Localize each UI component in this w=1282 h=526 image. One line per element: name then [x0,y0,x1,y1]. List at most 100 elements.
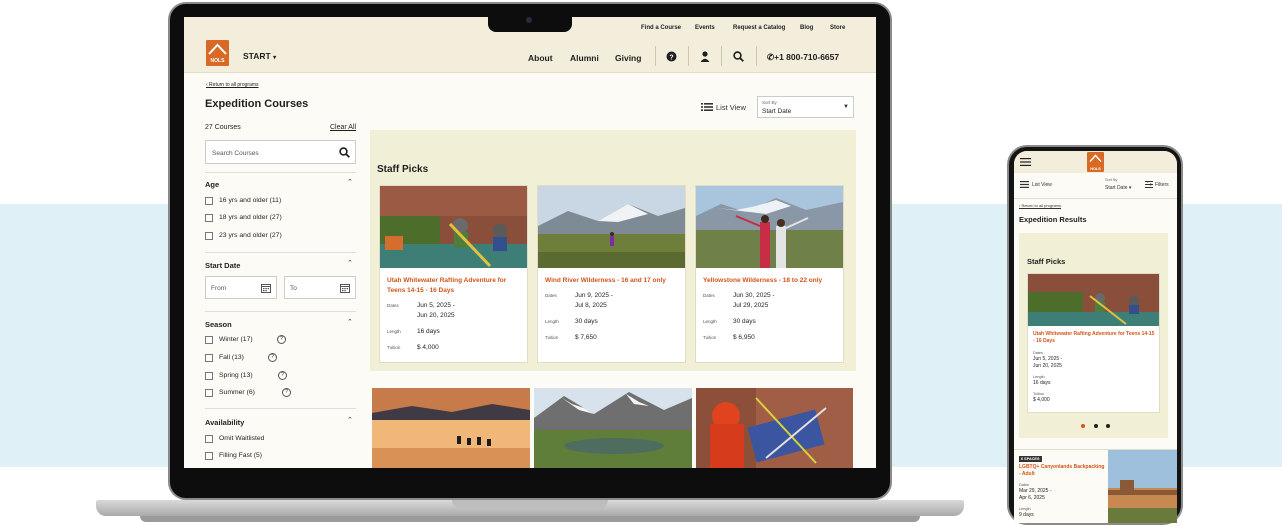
length-value: 30 days [733,318,756,325]
checkbox[interactable] [205,389,213,397]
carousel-dot-active[interactable] [1081,424,1085,428]
course-title[interactable]: LGBTQ+ Canyonlands Backpacking - Adult [1019,464,1107,478]
course-title[interactable]: Wind River Wilderness - 16 and 17 only [545,276,681,286]
course-title[interactable]: Yellowstone Wilderness - 18 to 22 only [703,276,839,286]
date-from-input[interactable]: From [205,276,277,299]
checkbox[interactable] [205,372,213,380]
mobile-list-view[interactable]: List View [1032,182,1052,188]
mobile-staff-picks-title: Staff Picks [1027,257,1066,266]
help-icon[interactable]: ? [282,388,291,397]
snow-sunset-photo[interactable] [372,388,530,468]
search-icon[interactable] [339,147,350,158]
help-icon[interactable]: ? [268,353,277,362]
laptop-base [96,500,964,516]
utility-store[interactable]: Store [830,25,845,31]
length-value: 9 days [1019,512,1034,518]
calendar-icon[interactable] [261,283,271,293]
filter-divider [205,408,356,409]
checkbox[interactable] [205,214,213,222]
spaces-badge: 6 SPACES [1019,456,1042,462]
option-label: Winter (17) [219,336,253,343]
filter-start-date-title[interactable]: Start Date [205,261,240,270]
tuition-value: $ 4,000 [417,344,439,351]
course-title[interactable]: Utah Whitewater Rafting Adventure for Te… [387,276,523,295]
course-card[interactable]: Yellowstone Wilderness - 18 to 22 only D… [695,185,844,363]
filters-icon[interactable] [1145,181,1153,188]
laptop-notch [488,14,572,32]
chevron-up-icon[interactable]: ⌃ [347,259,353,267]
mobile-back-link[interactable]: ‹ Return to all programs [1019,203,1061,208]
filter-age-title[interactable]: Age [205,180,219,189]
page-title: Expedition Courses [205,98,309,110]
tuition-label: Tuition [1033,392,1045,396]
checkbox[interactable] [205,197,213,205]
date-to-placeholder: To [290,285,297,292]
alpine-lake-photo[interactable] [534,388,692,468]
nols-logo[interactable]: NOLS [1087,152,1104,172]
chevron-up-icon[interactable]: ⌃ [347,178,353,186]
checkbox[interactable] [205,435,213,443]
search-input[interactable]: Search Courses [205,140,356,164]
help-icon[interactable]: ? [277,335,286,344]
start-menu[interactable]: START ▾ [243,51,276,61]
carousel-dot[interactable] [1106,424,1110,428]
date-start: Mar 29, 2025 - [1019,488,1052,494]
search-icon[interactable] [733,51,744,62]
option-label: 23 yrs and older (27) [219,232,282,239]
nav-divider [655,46,656,66]
hamburger-menu-icon[interactable] [1020,158,1031,166]
nav-alumni[interactable]: Alumni [570,53,599,63]
utility-find-course[interactable]: Find a Course [641,25,681,31]
date-to-input[interactable]: To [284,276,356,299]
carousel-dot[interactable] [1094,424,1098,428]
mobile-sort-select[interactable]: Start Date ▾ [1105,185,1131,191]
chevron-up-icon[interactable]: ⌃ [347,416,353,424]
length-label: Length [1019,507,1031,511]
mountain-icon [208,43,227,55]
course-card[interactable]: Wind River Wilderness - 16 and 17 only D… [537,185,686,363]
date-from-placeholder: From [211,285,227,292]
date-end: Apr 6, 2025 [1019,495,1045,501]
help-icon[interactable]: ? [278,371,287,380]
utility-events[interactable]: Events [695,25,715,31]
checkbox[interactable] [205,336,213,344]
account-icon[interactable] [700,51,710,62]
filter-divider [205,311,356,312]
list-view-icon[interactable] [1020,181,1029,188]
list-view-icon[interactable] [701,102,713,112]
mobile-filters-button[interactable]: Filters [1155,182,1169,188]
nols-logo[interactable]: NOLS [206,40,229,66]
sort-select[interactable]: Sort By Start Date ▼ [757,96,854,118]
clear-all-link[interactable]: Clear All [330,124,356,131]
list-view-toggle[interactable]: List View [716,103,746,112]
checkbox[interactable] [205,232,213,240]
tuition-value: $ 6,950 [733,334,755,341]
calendar-icon[interactable] [340,283,350,293]
date-start: Jun 9, 2025 - [575,292,613,299]
mobile-course-list-item[interactable]: 6 SPACES LGBTQ+ Canyonlands Backpacking … [1014,449,1177,523]
help-icon[interactable]: ? [666,51,677,62]
utility-blog[interactable]: Blog [800,25,813,31]
mobile-toolbar: List View Sort By Start Date ▾ Filters [1014,173,1177,199]
back-link[interactable]: ‹ Return to all programs [206,82,259,88]
nav-about[interactable]: About [528,53,553,63]
dates-label: Dates [1019,483,1029,487]
course-title[interactable]: Utah Whitewater Rafting Adventure for Te… [1033,331,1157,345]
canyonlands-photo [1108,450,1177,523]
length-label: Length [703,319,717,324]
course-card[interactable]: Utah Whitewater Rafting Adventure for Te… [379,185,528,363]
date-end: Jul 29, 2025 [733,302,769,309]
climbing-photo[interactable] [696,388,853,468]
filter-season-title[interactable]: Season [205,320,232,329]
phone-link[interactable]: ✆+1 800-710-6657 [767,52,839,63]
rafting-photo [1028,274,1159,326]
mobile-sort-value: Start Date [1105,185,1128,191]
filter-availability-title[interactable]: Availability [205,418,244,427]
nav-giving[interactable]: Giving [615,53,641,63]
checkbox[interactable] [205,354,213,362]
chevron-up-icon[interactable]: ⌃ [347,318,353,326]
checkbox[interactable] [205,452,213,460]
mobile-course-card[interactable]: Utah Whitewater Rafting Adventure for Te… [1027,273,1160,413]
nav-divider [756,46,757,66]
utility-catalog[interactable]: Request a Catalog [733,25,785,31]
